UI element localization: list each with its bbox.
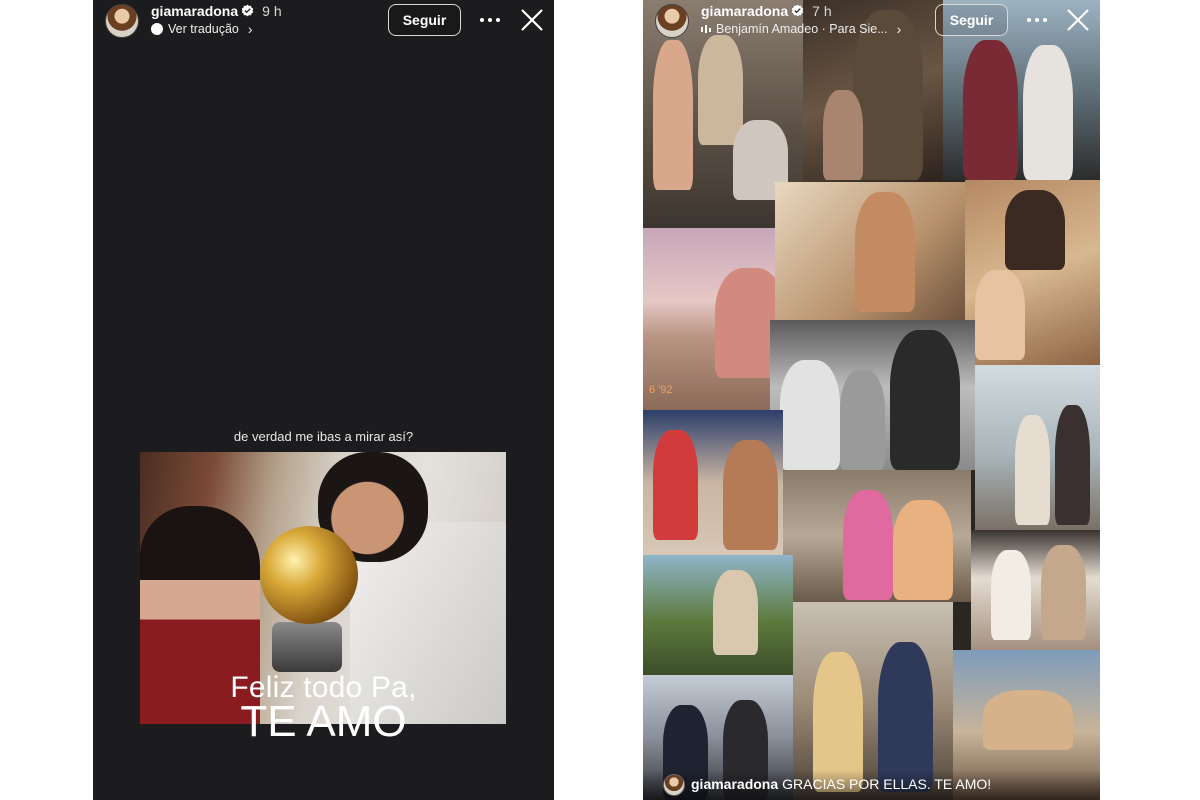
story-right[interactable]: 6 '92 giamaradona 7 h Benjamín Amadeo · … <box>643 0 1100 800</box>
caption-text: GRACIAS POR ELLAS. TE AMO! <box>782 776 992 792</box>
post-time: 7 h <box>812 3 832 19</box>
collage-photo <box>971 530 1100 650</box>
chevron-right-icon: › <box>896 21 902 37</box>
username[interactable]: giamaradona <box>151 3 238 19</box>
collage-photo <box>770 320 975 470</box>
username[interactable]: giamaradona <box>701 3 788 19</box>
more-options-icon[interactable] <box>477 6 503 34</box>
trophy-base <box>272 622 342 672</box>
story-caption-text: de verdad me ibas a mirar así? <box>233 429 414 444</box>
username-row[interactable]: giamaradona 7 h <box>701 3 832 19</box>
post-time: 9 h <box>262 3 282 19</box>
photo-date-stamp: 6 '92 <box>649 384 673 396</box>
close-icon[interactable] <box>519 6 545 34</box>
story-mention-caption: giamaradona GRACIAS POR ELLAS. TE AMO! <box>643 770 1100 800</box>
collage-photo <box>975 365 1100 530</box>
speech-bubble-icon <box>151 23 163 35</box>
see-translation-label: Ver tradução <box>168 22 239 36</box>
chevron-right-icon: › <box>247 21 253 37</box>
more-options-icon[interactable] <box>1024 6 1050 34</box>
username-row[interactable]: giamaradona 9 h <box>151 3 282 19</box>
see-translation-link[interactable]: Ver tradução › <box>151 21 253 37</box>
verified-badge-icon <box>791 4 804 17</box>
story-header: giamaradona 7 h Benjamín Amadeo · Para Si… <box>643 0 1100 44</box>
caption-username[interactable]: giamaradona <box>691 776 778 792</box>
music-bars-icon <box>701 25 711 33</box>
avatar[interactable] <box>655 4 689 38</box>
avatar[interactable] <box>105 4 139 38</box>
golden-ball-trophy <box>260 526 358 624</box>
story-left[interactable]: giamaradona 9 h Ver tradução › Seguir de … <box>93 0 554 800</box>
music-label: Benjamín Amadeo · Para Sie... <box>716 22 888 36</box>
follow-button[interactable]: Seguir <box>388 4 461 36</box>
collage-photo <box>965 180 1100 365</box>
overlay-text-line2: TE AMO <box>240 697 407 746</box>
collage-photo <box>643 410 783 555</box>
story-header: giamaradona 9 h Ver tradução › Seguir <box>93 0 554 44</box>
verified-badge-icon <box>241 4 254 17</box>
collage-photo <box>783 470 971 602</box>
avatar <box>663 774 685 796</box>
collage-photo <box>643 555 793 675</box>
follow-button[interactable]: Seguir <box>935 4 1008 36</box>
collage-photo <box>775 182 965 322</box>
music-link[interactable]: Benjamín Amadeo · Para Sie... › <box>701 21 901 37</box>
close-icon[interactable] <box>1065 6 1091 34</box>
